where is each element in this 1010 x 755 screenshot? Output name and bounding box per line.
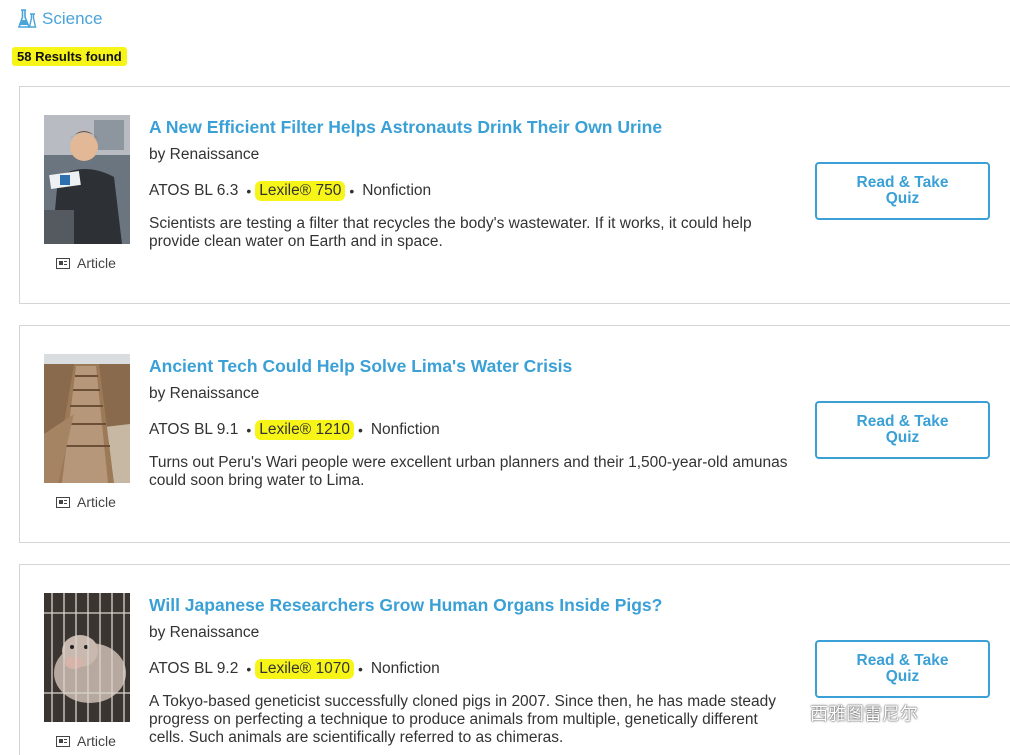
results-count: 58 Results found (12, 47, 127, 66)
read-take-quiz-button[interactable]: Read & Take Quiz (815, 640, 990, 698)
genre: Nonfiction (370, 660, 440, 677)
article-card: Article Ancient Tech Could Help Solve Li… (19, 325, 1010, 543)
wechat-icon (782, 704, 804, 722)
article-thumbnail[interactable] (44, 354, 130, 483)
article-card: Article A New Efficient Filter Helps Ast… (19, 86, 1010, 304)
separator: • (246, 422, 252, 438)
separator: • (357, 661, 363, 677)
genre: Nonfiction (370, 421, 440, 438)
content-type-label: Article (77, 255, 116, 271)
content-type-label: Article (77, 733, 116, 749)
content-type: Article (56, 255, 116, 271)
read-take-quiz-button[interactable]: Read & Take Quiz (815, 401, 990, 459)
article-thumbnail[interactable] (44, 593, 130, 722)
separator: • (246, 183, 252, 199)
article-author: by Renaissance (149, 385, 260, 402)
lexile-level: Lexile® 1070 (255, 659, 354, 679)
article-title[interactable]: Ancient Tech Could Help Solve Lima's Wat… (149, 356, 572, 377)
category-link[interactable]: Science (42, 9, 102, 29)
content-type-label: Article (77, 494, 116, 510)
watermark: 西雅图雷尼尔 (782, 700, 918, 726)
content-type: Article (56, 494, 116, 510)
separator: • (357, 422, 363, 438)
article-meta: ATOS BL 9.1 • Lexile® 1210 • Nonfiction (149, 420, 440, 440)
article-card: Article Will Japanese Researchers Grow H… (19, 564, 1010, 755)
article-meta: ATOS BL 9.2 • Lexile® 1070 • Nonfiction (149, 659, 440, 679)
flask-icon (18, 9, 37, 28)
article-meta: ATOS BL 6.3 • Lexile® 750 • Nonfiction (149, 181, 431, 201)
article-thumbnail[interactable] (44, 115, 130, 244)
article-author: by Renaissance (149, 146, 260, 163)
lexile-level: Lexile® 1210 (255, 420, 354, 440)
genre: Nonfiction (362, 182, 432, 199)
atos-level: ATOS BL 9.1 (149, 421, 239, 438)
atos-level: ATOS BL 6.3 (149, 182, 239, 199)
article-icon (56, 257, 70, 269)
atos-level: ATOS BL 9.2 (149, 660, 239, 677)
article-description: Turns out Peru's Wari people were excell… (149, 454, 788, 489)
article-description: Scientists are testing a filter that rec… (149, 215, 752, 250)
article-description: A Tokyo-based geneticist successfully cl… (149, 693, 776, 746)
article-icon (56, 735, 70, 747)
content-type: Article (56, 733, 116, 749)
category-header: Science (18, 8, 102, 30)
lexile-level: Lexile® 750 (255, 181, 346, 201)
article-author: by Renaissance (149, 624, 260, 641)
read-take-quiz-button[interactable]: Read & Take Quiz (815, 162, 990, 220)
separator: • (246, 661, 252, 677)
article-icon (56, 496, 70, 508)
watermark-text: 西雅图雷尼尔 (810, 704, 918, 724)
article-title[interactable]: A New Efficient Filter Helps Astronauts … (149, 117, 662, 138)
article-title[interactable]: Will Japanese Researchers Grow Human Org… (149, 595, 662, 616)
separator: • (349, 183, 355, 199)
